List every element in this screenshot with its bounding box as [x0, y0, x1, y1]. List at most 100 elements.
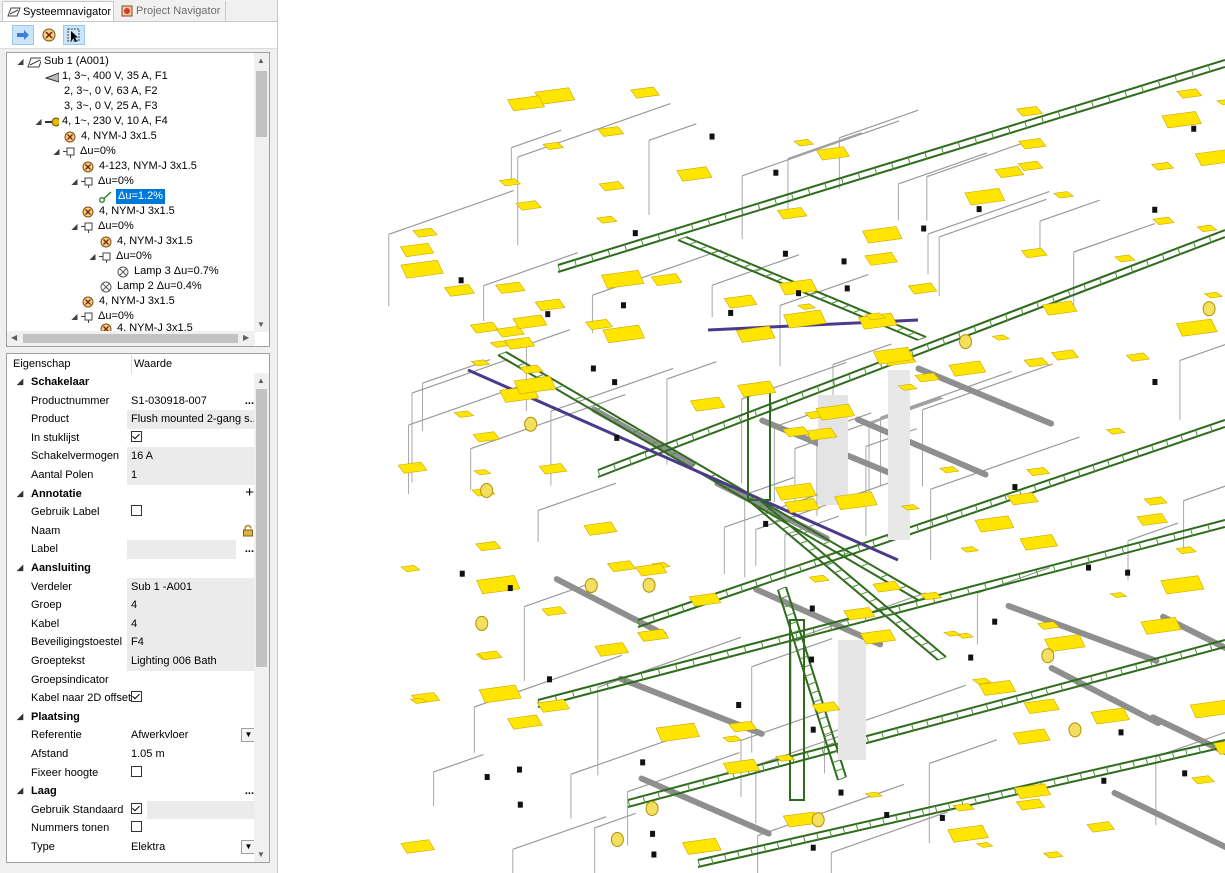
collapse-toggle[interactable]: ◢ [17, 373, 23, 392]
tab-label: Systeemnavigator [23, 6, 112, 18]
browse-button[interactable]: ... [245, 392, 254, 411]
3d-viewport[interactable] [278, 0, 1225, 873]
category-annotatie[interactable]: ◢ Annotatie + [7, 484, 256, 504]
property-grid: Eigenschap Waarde ◢ Schakelaar Productnu… [6, 353, 270, 863]
kabel-2d-offset-checkbox[interactable] [131, 691, 142, 703]
prop-gebruik-standaard[interactable]: Gebruik Standaard [7, 800, 256, 820]
tree-node[interactable]: Lamp 2 Δu=0.4% [100, 279, 202, 294]
collapse-toggle[interactable]: ◢ [70, 177, 79, 186]
collapse-toggle[interactable]: ◢ [34, 117, 43, 126]
prop-groepsindicator[interactable]: Groepsindicator [7, 671, 256, 690]
tree-node[interactable]: 4, NYM-J 3x1.5 [82, 204, 175, 219]
prop-gebruik-label[interactable]: Gebruik Label [7, 503, 256, 522]
tab-systeemnavigator[interactable]: Systeemnavigator [2, 1, 114, 21]
prop-aantal-polen[interactable]: Aantal Polen 1 [7, 466, 256, 485]
tree-horizontal-scrollbar[interactable]: ◀ ▶ [7, 331, 255, 346]
tree-node[interactable]: 4, NYM-J 3x1.5 [64, 129, 157, 144]
tree-vertical-scrollbar[interactable]: ▲ ▼ [254, 53, 269, 332]
round-lamp [524, 416, 538, 432]
collapse-toggle[interactable]: ◢ [17, 485, 23, 504]
prop-nummers-tonen[interactable]: Nummers tonen [7, 819, 256, 838]
add-icon[interactable]: + [245, 484, 254, 503]
label-value[interactable] [127, 540, 236, 559]
building-services-model[interactable] [278, 0, 1225, 873]
scroll-down-icon[interactable]: ▼ [257, 850, 265, 859]
scroll-thumb[interactable] [23, 334, 238, 343]
junction-box-icon [81, 222, 93, 233]
category-laag[interactable]: ◢ Laag ... [7, 782, 256, 801]
tree-node[interactable]: 3, 3~, 0 V, 25 A, F3 [64, 99, 157, 114]
round-lamp [959, 334, 973, 350]
prop-fixeer-hoogte[interactable]: Fixeer hoogte [7, 764, 256, 783]
props-vertical-scrollbar[interactable]: ▲ ▼ [254, 373, 269, 862]
collapse-toggle[interactable]: ◢ [16, 57, 25, 66]
scroll-up-icon[interactable]: ▲ [257, 56, 265, 65]
scroll-right-icon[interactable]: ▶ [243, 333, 249, 342]
tree-node[interactable]: 4-123, NYM-J 3x1.5 [82, 159, 197, 174]
prop-product[interactable]: Product Flush mounted 2-gang s... [7, 410, 256, 429]
tree-node[interactable]: 1, 3~, 400 V, 35 A, F1 [45, 69, 168, 84]
scroll-down-icon[interactable]: ▼ [257, 320, 265, 329]
shaft [838, 640, 866, 760]
collapse-toggle[interactable]: ◢ [17, 559, 23, 578]
gebruik-label-checkbox[interactable] [131, 505, 142, 517]
tab-project-navigator[interactable]: Project Navigator [116, 1, 226, 21]
prop-beveiligingstoestel[interactable]: Beveiligingstoestel F4 [7, 633, 256, 652]
select-button[interactable] [63, 25, 85, 45]
tree-node[interactable]: 4, NYM-J 3x1.5 [100, 234, 193, 249]
collapse-toggle[interactable]: ◢ [17, 782, 23, 801]
prop-verdeler[interactable]: Verdeler Sub 1 -A001 [7, 577, 256, 597]
column-header-name: Eigenschap [13, 358, 71, 370]
collapse-toggle[interactable]: ◢ [17, 708, 23, 727]
prop-groeptekst[interactable]: Groeptekst Lighting 006 Bath [7, 652, 256, 671]
cable-icon [82, 296, 94, 307]
prop-kabel-2d-offset[interactable]: Kabel naar 2D offset [7, 689, 256, 708]
tree-node[interactable]: ◢ Δu=0% [52, 144, 116, 159]
category-schakelaar[interactable]: ◢ Schakelaar [7, 373, 256, 392]
round-lamp [584, 578, 598, 594]
tree-node[interactable]: ◢ 4, 1~, 230 V, 10 A, F4 [34, 114, 167, 129]
prop-productnummer[interactable]: Productnummer S1-030918-007 ... [7, 392, 256, 411]
gebruik-standaard-checkbox[interactable] [131, 802, 142, 814]
collapse-toggle[interactable]: ◢ [52, 147, 61, 156]
prop-in-stuklijst[interactable]: In stuklijst [7, 429, 256, 448]
browse-button[interactable]: ... [245, 540, 254, 559]
collapse-toggle[interactable]: ◢ [70, 312, 79, 321]
prop-afstand[interactable]: Afstand 1.05 m [7, 745, 256, 764]
scroll-thumb[interactable] [256, 71, 267, 137]
fixeer-hoogte-checkbox[interactable] [131, 765, 142, 777]
prop-groep[interactable]: Groep 4 [7, 596, 256, 615]
tree-node[interactable]: 2, 3~, 0 V, 63 A, F2 [64, 84, 157, 99]
browse-button[interactable]: ... [245, 782, 254, 801]
prop-naam[interactable]: Naam [7, 522, 256, 541]
tree-node[interactable]: 4, NYM-J 3x1.5 [82, 294, 175, 309]
light-filter-button[interactable] [38, 25, 60, 45]
tree-label: 4-123, NYM-J 3x1.5 [99, 160, 197, 172]
tree-node-selected[interactable]: Δu=1.2% [99, 189, 165, 204]
tree-label: Δu=1.2% [116, 189, 165, 204]
tree-node[interactable]: Lamp 3 Δu=0.7% [117, 264, 219, 279]
prop-type[interactable]: Type Elektra ▼ [7, 838, 256, 857]
tree-node[interactable]: ◢ Δu=0% [88, 249, 152, 264]
category-aansluiting[interactable]: ◢ Aansluiting [7, 559, 256, 578]
junction-box [612, 379, 618, 386]
navigate-button[interactable] [12, 25, 34, 45]
tree-node[interactable]: ◢ Δu=0% [70, 174, 134, 189]
prop-referentie[interactable]: Referentie Afwerkvloer ▼ [7, 726, 256, 745]
junction-box [773, 169, 779, 176]
scroll-up-icon[interactable]: ▲ [257, 376, 265, 385]
system-tree[interactable]: ◢ Sub 1 (A001) 1, 3~, 400 V, 35 A, F1 2,… [6, 52, 270, 347]
prop-schakelvermogen[interactable]: Schakelvermogen 16 A [7, 447, 256, 466]
category-plaatsing[interactable]: ◢ Plaatsing [7, 708, 256, 727]
prop-kabel[interactable]: Kabel 4 [7, 614, 256, 634]
nummers-tonen-checkbox[interactable] [131, 821, 142, 833]
collapse-toggle[interactable]: ◢ [70, 222, 79, 231]
scroll-left-icon[interactable]: ◀ [11, 333, 17, 342]
lock-icon[interactable] [242, 524, 254, 537]
tree-node[interactable]: ◢ Δu=0% [70, 219, 134, 234]
scroll-thumb[interactable] [256, 389, 267, 667]
in-stuklijst-checkbox[interactable] [131, 430, 142, 442]
tree-node[interactable]: ◢ Sub 1 (A001) [16, 54, 109, 69]
collapse-toggle[interactable]: ◢ [88, 252, 97, 261]
prop-label[interactable]: Label ... [7, 540, 256, 559]
